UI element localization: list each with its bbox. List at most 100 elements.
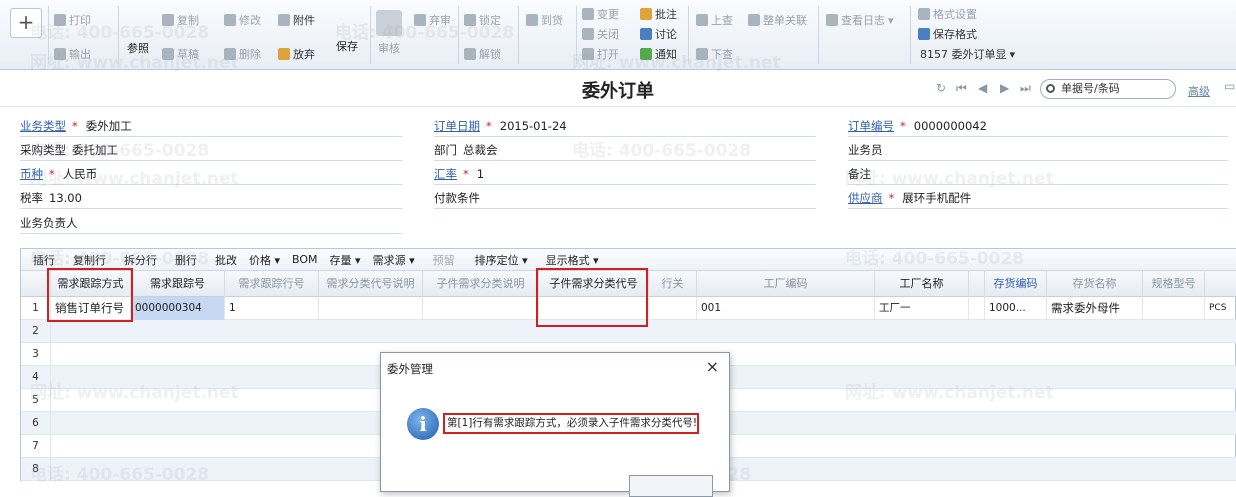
bom-button[interactable]: BOM	[292, 253, 318, 266]
modify-button[interactable]: 修改	[224, 12, 261, 28]
unlock-icon	[464, 48, 476, 60]
panel-toggle-icon[interactable]: ▭	[1224, 79, 1235, 93]
col-row-close[interactable]: 行关	[649, 271, 697, 297]
reject-button[interactable]: 弃审	[414, 12, 451, 28]
audit-icon	[376, 10, 402, 36]
remark-field[interactable]: 备注	[848, 163, 1228, 185]
delete-row-button[interactable]: 删行	[175, 252, 197, 268]
new-tab-button[interactable]: +	[10, 8, 42, 38]
dept-field[interactable]: 部门 总裁会	[434, 139, 816, 161]
stock-button[interactable]: 存量 ▾	[330, 252, 361, 268]
separator	[370, 6, 371, 64]
prev-record-icon[interactable]: ◀	[978, 81, 987, 95]
format-icon	[918, 8, 930, 20]
save-format-button[interactable]: 保存格式	[918, 26, 977, 42]
search-input[interactable]: 单据号/条码	[1040, 79, 1176, 99]
print-button[interactable]: 打印	[54, 12, 91, 28]
refresh-icon[interactable]: ↻	[936, 81, 946, 95]
lock-button[interactable]: 锁定	[464, 12, 501, 28]
whole-link-button[interactable]: 整单关联	[748, 12, 807, 28]
arrival-button[interactable]: 到货	[526, 12, 563, 28]
col-inv-code[interactable]: 存货编码	[985, 271, 1047, 297]
view-log-button[interactable]: 查看日志 ▾	[826, 12, 894, 28]
payment-field[interactable]: 付款条件	[434, 187, 816, 209]
col-track-no[interactable]: 需求跟踪号	[131, 271, 225, 297]
attach-button[interactable]: 附件	[278, 12, 315, 28]
col-factory-name[interactable]: 工厂名称	[875, 271, 969, 297]
up-arrow-icon	[696, 14, 708, 26]
link-icon	[748, 14, 760, 26]
col-sub-demand-desc[interactable]: 子件需求分类说明	[423, 271, 539, 297]
audit-button[interactable]: 审核	[374, 10, 404, 56]
export-button[interactable]: 输出	[54, 46, 91, 62]
prev-query-button[interactable]: 上查	[696, 12, 733, 28]
title-bar: 委外订单 ↻ ⏮ ◀ ▶ ⏭ 单据号/条码 高级 ▭	[0, 71, 1236, 107]
reserve-button[interactable]: 预留	[433, 252, 455, 268]
add-reference-icon	[125, 10, 151, 36]
next-query-button[interactable]: 下查	[696, 46, 733, 62]
salesman-field[interactable]: 业务员	[848, 139, 1228, 161]
split-row-button[interactable]: 拆分行	[124, 252, 157, 268]
separator	[688, 6, 689, 64]
chevron-down-icon: ▾	[1009, 47, 1016, 61]
order-no-field[interactable]: 订单编号 * 0000000042	[848, 115, 1228, 137]
unlock-button[interactable]: 解锁	[464, 46, 501, 62]
display-format-button[interactable]: 显示格式 ▾	[546, 252, 599, 268]
close-icon[interactable]: ×	[706, 357, 719, 376]
highlight-sub-demand-code	[536, 268, 648, 327]
close-order-button[interactable]: 关闭	[582, 26, 619, 42]
dialog-title: 委外管理	[387, 362, 433, 376]
save-format-icon	[918, 28, 930, 40]
next-record-icon[interactable]: ▶	[1000, 81, 1009, 95]
tax-field[interactable]: 税率 13.00	[20, 187, 402, 209]
col-inv-name[interactable]: 存货名称	[1047, 271, 1143, 297]
delete-icon	[224, 48, 236, 60]
demand-source-button[interactable]: 需求源 ▾	[373, 252, 415, 268]
first-record-icon[interactable]: ⏮	[956, 81, 967, 96]
currency-field[interactable]: 币种 * 人民币	[20, 163, 402, 185]
rate-field[interactable]: 汇率 * 1	[434, 163, 816, 185]
format-settings-button[interactable]: 格式设置	[918, 6, 977, 22]
col-demand-class-desc[interactable]: 需求分类代号说明	[319, 271, 423, 297]
open-order-button[interactable]: 打开	[582, 46, 619, 62]
format-select[interactable]: 8157 委外订单显 ▾	[920, 46, 1015, 62]
floppy-disk-icon	[334, 8, 360, 34]
ok-button[interactable]	[629, 475, 713, 497]
col-track-line[interactable]: 需求跟踪行号	[225, 271, 319, 297]
highlight-track-mode	[47, 268, 133, 322]
pencil-icon	[224, 14, 236, 26]
close-order-icon	[582, 28, 594, 40]
biz-type-field[interactable]: 业务类型 * 委外加工	[20, 115, 402, 137]
sort-locate-button[interactable]: 排序定位 ▾	[475, 252, 528, 268]
copy-button[interactable]: 复制	[162, 12, 199, 28]
copy-row-button[interactable]: 复制行	[73, 252, 106, 268]
discuss-button[interactable]: 讨论	[640, 26, 677, 42]
notify-icon	[640, 48, 652, 60]
draft-icon	[162, 48, 174, 60]
change-button[interactable]: 变更	[582, 6, 619, 22]
delete-button[interactable]: 删除	[224, 46, 261, 62]
batch-edit-button[interactable]: 批改	[215, 252, 237, 268]
supplier-field[interactable]: 供应商 * 展环手机配件	[848, 187, 1228, 209]
save-button[interactable]: 保存	[330, 8, 364, 54]
price-button[interactable]: 价格 ▾	[249, 252, 280, 268]
col-spec[interactable]: 规格型号	[1143, 271, 1205, 297]
annotate-button[interactable]: 批注	[640, 6, 677, 22]
draft-button[interactable]: 草稿	[162, 46, 199, 62]
owner-field[interactable]: 业务负责人	[20, 212, 402, 234]
search-icon	[1046, 84, 1055, 93]
alert-dialog: 委外管理 × i 第[1]行有需求跟踪方式，必须录入子件需求分类代号!	[380, 352, 730, 497]
toolbar: + 打印 输出 参照 复制 草稿 修改 删除 附件 放弃 保存 审核 弃审 锁定…	[0, 0, 1236, 70]
lock-icon	[464, 14, 476, 26]
annotate-icon	[640, 8, 652, 20]
purchase-type-field[interactable]: 采购类型 委托加工	[20, 139, 402, 161]
last-record-icon[interactable]: ⏭	[1020, 81, 1031, 96]
col-factory-code[interactable]: 工厂编码	[697, 271, 875, 297]
advanced-link[interactable]: 高级	[1188, 83, 1210, 99]
notify-button[interactable]: 通知	[640, 46, 677, 62]
abandon-button[interactable]: 放弃	[278, 46, 315, 62]
insert-row-button[interactable]: 插行	[33, 252, 55, 268]
export-icon	[54, 48, 66, 60]
order-date-field[interactable]: 订单日期 * 2015-01-24	[434, 115, 816, 137]
reference-button[interactable]: 参照	[122, 10, 154, 56]
